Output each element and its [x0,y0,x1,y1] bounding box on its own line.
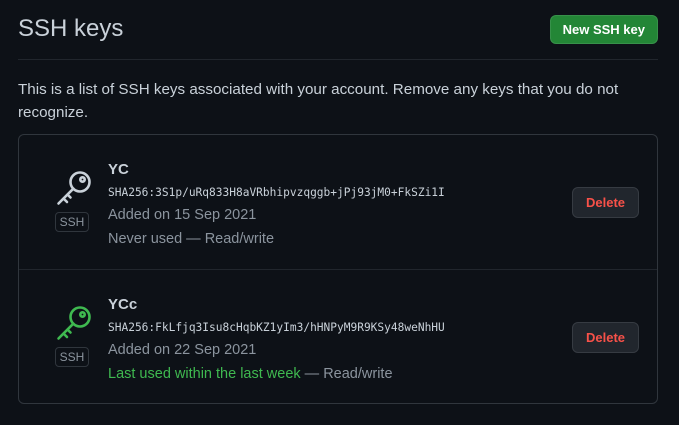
key-usage-text: Never used — Read/write [108,231,275,247]
ssh-key-row: SSH YCc SHA256:FkLfjq3Isu8cHqbKZ1yIm3/hH… [19,270,657,404]
key-fingerprint: SHA256:3S1p/uRq833H8aVRbhipvzqggb+jPj93j… [108,186,445,199]
key-title: YCc [108,296,138,313]
key-last-used: Last used within the last week [108,366,301,382]
key-icon [57,306,91,340]
ssh-type-badge: SSH [55,212,89,232]
delete-key-button[interactable]: Delete [572,187,639,218]
new-ssh-key-button[interactable]: New SSH key [549,15,658,44]
key-icon [57,171,91,205]
key-usage-text: — Read/write [300,366,393,382]
ssh-keys-page: SSH keys New SSH key This is a list of S… [0,0,679,425]
ssh-key-row: SSH YC SHA256:3S1p/uRq833H8aVRbhipvzqggb… [19,135,657,270]
key-added-date: Added on 22 Sep 2021 [108,342,257,358]
page-header: SSH keys New SSH key [18,0,658,60]
key-usage: Last used within the last week — Read/wr… [108,366,393,382]
key-usage: Never used — Read/write [108,231,274,247]
ssh-key-list: SSH YC SHA256:3S1p/uRq833H8aVRbhipvzqggb… [18,134,658,404]
page-title: SSH keys [18,15,124,42]
key-title: YC [108,161,129,178]
delete-key-button[interactable]: Delete [572,322,639,353]
ssh-type-badge: SSH [55,347,89,367]
key-added-date: Added on 15 Sep 2021 [108,207,257,223]
intro-text: This is a list of SSH keys associated wi… [18,81,619,121]
key-fingerprint: SHA256:FkLfjq3Isu8cHqbKZ1yIm3/hHNPyM9R9K… [108,321,445,334]
